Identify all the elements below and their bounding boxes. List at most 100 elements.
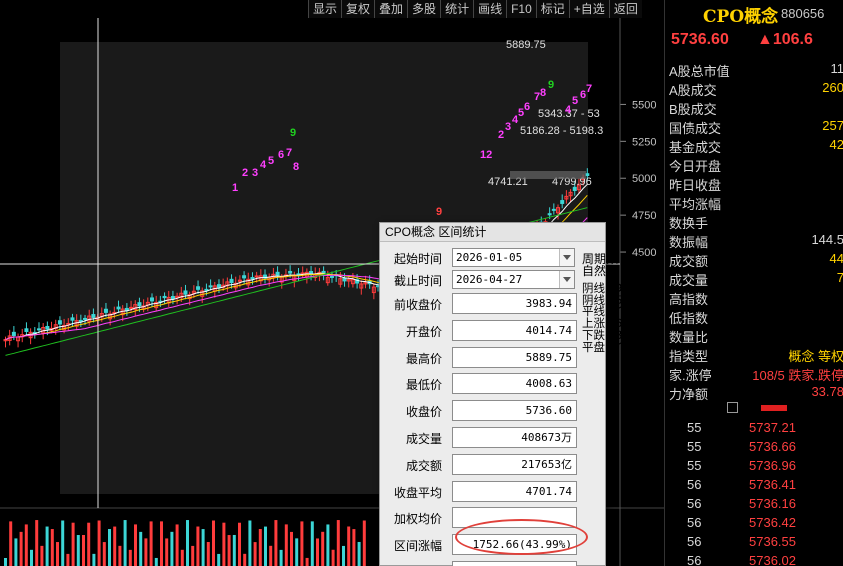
last-price: 5736.60: [671, 31, 729, 48]
tick-row: 55 5737.21: [665, 420, 843, 439]
axis-label: 5000: [632, 173, 656, 185]
volume-bar: [71, 522, 75, 566]
candle-stat-value: 46个: [609, 318, 634, 331]
stat-value-field[interactable]: 4014.74: [452, 319, 577, 341]
stat-value-field[interactable]: 217653亿: [452, 453, 577, 475]
stat-value-field[interactable]: 408673万: [452, 427, 577, 448]
count-label: 9: [290, 127, 296, 139]
count-label: 12: [480, 149, 492, 161]
tick-row: 56 5736.55: [665, 534, 843, 553]
count-label: 4: [565, 104, 572, 116]
toolbar-button[interactable]: +自选: [568, 0, 609, 18]
quote-row-value: 42: [829, 137, 843, 152]
candle-body: [45, 325, 50, 330]
candle-body: [196, 286, 201, 290]
count-label: 5: [268, 155, 274, 167]
count-label: 6: [278, 149, 284, 161]
quote-row-label: 成交额: [669, 254, 709, 269]
toolbar-button[interactable]: 复权: [341, 0, 375, 18]
volume-bar: [243, 553, 247, 566]
volume-bar: [331, 549, 335, 566]
quote-row-value: 44: [829, 251, 843, 266]
toolbar-button[interactable]: 多股: [407, 0, 441, 18]
quote-row-label: 国债成交: [669, 121, 722, 136]
quote-row-label: 平均涨幅: [669, 197, 722, 212]
candle-stat-label: 阴线: [582, 283, 605, 295]
chevron-down-icon[interactable]: [559, 249, 574, 266]
toolbar-button[interactable]: F10: [506, 0, 536, 18]
volume-bar: [232, 534, 236, 566]
toolbar-button[interactable]: 显示: [308, 0, 342, 18]
volume-bar: [342, 545, 345, 566]
volume-bar: [35, 520, 39, 566]
quote-row-value: 260: [822, 80, 843, 95]
start-time-select[interactable]: 2026-01-05: [452, 248, 575, 267]
tick-time: 56: [687, 477, 702, 492]
tick-time: 56: [687, 496, 702, 511]
quote-row-value: 11: [830, 61, 843, 76]
stat-value-field[interactable]: 5736.60: [452, 400, 577, 422]
stat-value-field[interactable]: 1881.12(46.93%): [452, 561, 577, 566]
dialog-title[interactable]: CPO概念 区间统计: [380, 223, 605, 242]
candle-body: [103, 308, 108, 313]
quote-row: B股成交: [665, 98, 843, 117]
stat-value-field[interactable]: 4701.74: [452, 480, 577, 502]
quote-row-label: 指类型: [669, 349, 709, 364]
volume-bar: [160, 521, 163, 566]
volume-bar: [290, 531, 293, 566]
stat-value-field[interactable]: 5889.75: [452, 346, 577, 368]
end-time-select[interactable]: 2026-04-27: [452, 270, 575, 289]
quote-row: 成交量 7: [665, 269, 843, 288]
volume-bar: [92, 553, 96, 566]
chevron-down-icon[interactable]: [559, 271, 574, 288]
toolbar-button[interactable]: 画线: [473, 0, 507, 18]
quote-row: A股成交 260: [665, 79, 843, 98]
tick-row: 56 5736.42: [665, 515, 843, 534]
tick-time: 56: [687, 515, 702, 530]
tick-time: 55: [687, 439, 702, 454]
list-icon[interactable]: [727, 402, 738, 413]
toolbar-button[interactable]: 叠加: [374, 0, 408, 18]
volume-bar: [144, 538, 148, 566]
candle-body: [70, 317, 75, 321]
price-change: ▲106.6: [757, 31, 813, 48]
volume-bar: [196, 526, 200, 566]
candle-body: [254, 275, 259, 278]
volume-bar: [253, 542, 257, 566]
range-band: [510, 171, 586, 179]
candle-body: [288, 270, 293, 274]
tick-time: 55: [687, 420, 702, 435]
volume-bar: [108, 529, 111, 566]
end-time-value: 2026-04-27: [456, 273, 523, 286]
volume-bar: [269, 545, 273, 566]
quote-row: 成交额 44: [665, 250, 843, 269]
volume-bar: [97, 520, 101, 566]
quote-row-label: 昨日收盘: [669, 178, 722, 193]
volume-bar: [321, 531, 325, 566]
stat-value-field[interactable]: 3983.94: [452, 293, 577, 314]
volume-bar: [30, 549, 33, 566]
tick-price: 5736.42: [749, 515, 796, 530]
stat-label: 加权均价: [393, 512, 442, 527]
volume-bar: [102, 542, 106, 566]
count-label: 1: [232, 182, 238, 194]
toolbar-button[interactable]: 标记: [535, 0, 569, 18]
quote-row: 力净额 33.78: [665, 383, 843, 402]
quote-row-label: A股总市值: [669, 64, 730, 79]
volume-bar: [128, 549, 132, 566]
quote-row: 平均涨幅: [665, 193, 843, 212]
volume-bar: [222, 522, 226, 566]
interval-stats-dialog[interactable]: CPO概念 区间统计 起始时间 2026-01-05 截止时间 2026-04-…: [379, 222, 653, 566]
tick-price: 5736.02: [749, 553, 796, 566]
volume-bar: [310, 521, 314, 566]
volume-bar: [258, 529, 262, 566]
count-label: 9: [548, 79, 554, 91]
stat-value-field[interactable]: 4008.63: [452, 373, 577, 395]
count-label: 3: [505, 121, 511, 133]
toolbar-button[interactable]: 返回: [608, 0, 642, 18]
candle-body: [137, 302, 142, 307]
volume-bar: [206, 542, 210, 566]
toolbar-button[interactable]: 统计: [440, 0, 474, 18]
volume-bar: [274, 520, 278, 566]
stat-label: 区间涨幅: [393, 539, 442, 554]
